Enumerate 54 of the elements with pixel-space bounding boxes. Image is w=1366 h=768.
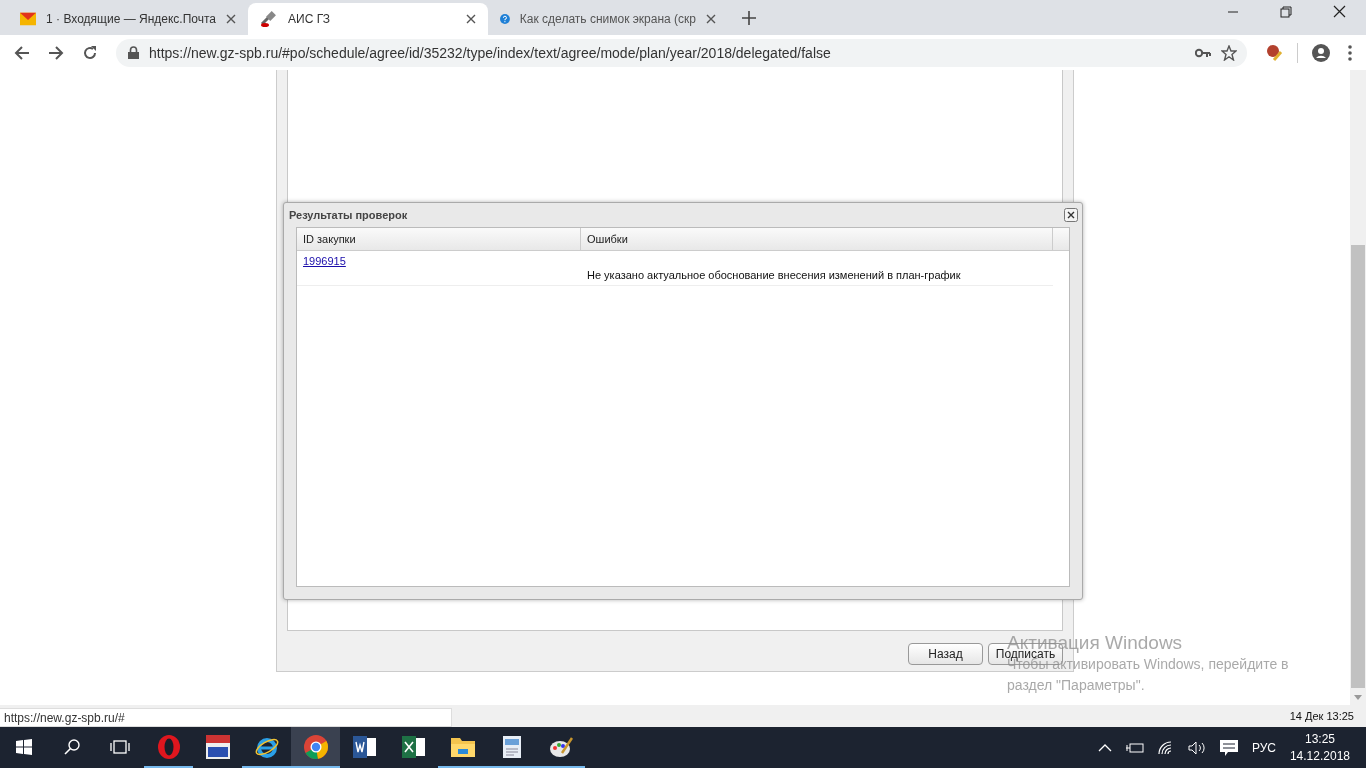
windows-icon (16, 738, 32, 755)
purchase-id-link[interactable]: 1996915 (303, 255, 346, 267)
menu-icon[interactable] (1348, 44, 1352, 61)
close-icon[interactable] (1333, 5, 1346, 18)
browser-tab[interactable]: 1 · Входящие — Яндекс.Почта (8, 3, 248, 35)
activation-text: раздел "Параметры". (1007, 676, 1145, 695)
lock-icon (128, 46, 139, 59)
help-icon (500, 11, 510, 27)
language-indicator[interactable]: РУС (1251, 740, 1276, 755)
extension-icon[interactable] (1265, 43, 1283, 62)
close-icon[interactable] (226, 14, 236, 24)
star-icon[interactable] (1221, 44, 1237, 61)
url-text: https://new.gz-spb.ru/#po/schedule/agree/id/35232/type/index/text/agree/mode/plan/year/2018/delegated/false (149, 44, 831, 61)
word-icon (352, 734, 377, 759)
reload-icon[interactable] (82, 44, 98, 61)
taskbar-app[interactable] (291, 727, 340, 768)
close-icon[interactable] (706, 14, 716, 24)
pdf-icon (205, 734, 230, 759)
column-header[interactable]: Ошибки (581, 228, 1053, 250)
status-url: https://new.gz-spb.ru/# (0, 708, 452, 727)
chrome-icon (303, 734, 328, 759)
plus-icon[interactable] (742, 11, 756, 25)
chevron-up-icon[interactable] (1097, 743, 1112, 752)
close-icon[interactable] (466, 14, 476, 24)
back-button[interactable]: Назад (908, 643, 983, 665)
speaker-icon[interactable] (1187, 740, 1206, 755)
gavel-icon (260, 10, 278, 28)
profile-icon[interactable] (1312, 43, 1330, 62)
browser-tab[interactable]: АИС ГЗ (248, 3, 488, 35)
search-icon (64, 738, 80, 755)
restore-icon[interactable] (1280, 5, 1292, 18)
battery-icon[interactable] (1125, 741, 1144, 754)
envelope-icon (20, 12, 37, 26)
key-icon[interactable] (1195, 47, 1211, 58)
scrollbar[interactable] (1350, 70, 1366, 705)
forward-arrow-icon[interactable] (48, 44, 64, 61)
address-bar[interactable]: https://new.gz-spb.ru/#po/schedule/agree/id/35232/type/index/text/agree/mode/plan/year/2018/delegated/false (116, 38, 1247, 67)
page-clock: 14 Дек 13:25 (1289, 710, 1355, 722)
excel-icon (401, 734, 426, 759)
browser-tab[interactable]: Как сделать снимок экрана (скр (488, 3, 728, 35)
taskbar-date[interactable]: 14.12.2018 (1289, 747, 1350, 765)
dialog-title: Результаты проверок (289, 209, 408, 221)
notification-icon[interactable] (1219, 738, 1238, 757)
column-header[interactable]: ID закупки (297, 228, 581, 250)
back-arrow-icon[interactable] (14, 44, 30, 61)
notepad-icon (500, 734, 523, 759)
scrollbar-thumb[interactable] (1351, 245, 1365, 688)
folder-icon (450, 735, 475, 758)
error-text: Не указано актуальное обоснование внесения изменений в план-график (587, 269, 961, 281)
wifi-icon[interactable] (1157, 740, 1174, 755)
close-icon[interactable] (1064, 208, 1078, 222)
taskbar-time[interactable]: 13:25 (1304, 730, 1335, 748)
opera-icon (156, 734, 181, 759)
task-view-icon (110, 739, 130, 754)
